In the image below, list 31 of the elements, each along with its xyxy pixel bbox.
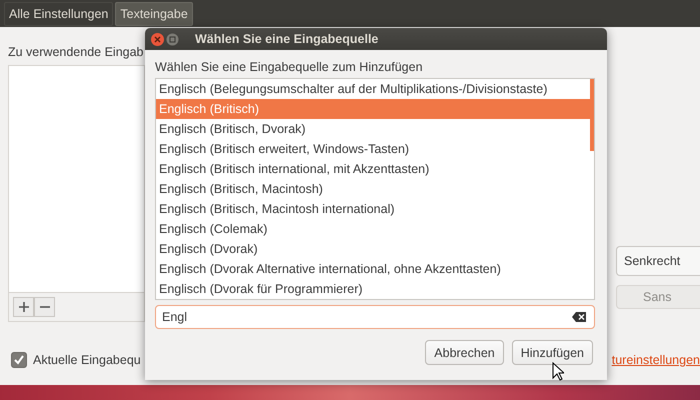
plus-icon <box>18 302 28 312</box>
dialog-button[interactable]: Hinzufügen <box>512 340 593 365</box>
breadcrumb-button[interactable]: Alle Einstellungen <box>4 2 114 26</box>
search-field[interactable]: Engl <box>155 305 595 329</box>
breadcrumb-button[interactable]: Texteingabe <box>115 2 193 26</box>
checkbox[interactable] <box>11 352 27 368</box>
dialog-button[interactable]: Abbrechen <box>425 340 504 365</box>
clear-icon[interactable] <box>572 312 586 322</box>
list-item[interactable]: Englisch (Britisch, Macintosh) <box>156 179 594 199</box>
list-item[interactable]: Englisch (Britisch, Macintosh international) <box>156 199 594 219</box>
list-item[interactable]: Englisch (Britisch erweitert, Windows-Tasten) <box>156 139 594 159</box>
add-button[interactable] <box>13 297 34 317</box>
close-icon[interactable] <box>151 32 164 46</box>
list-item[interactable]: Englisch (Colemak) <box>156 219 594 239</box>
pointer-icon <box>552 362 564 381</box>
settings-link[interactable]: tureinstellungen <box>612 353 700 367</box>
dialog-prompt: Wählen Sie eine Eingabequelle zum Hinzufügen <box>155 60 424 74</box>
maximize-icon[interactable] <box>166 32 179 46</box>
list-item[interactable]: Englisch (Belegungsumschalter auf der Multiplikations-/Divisionstaste) <box>156 79 594 99</box>
dialog-title: Wählen Sie eine Eingabequelle <box>195 32 378 46</box>
list-item[interactable]: Englisch (Dvorak) <box>156 239 594 259</box>
input-sources-label: Zu verwendende Eingab <box>8 45 145 59</box>
checkbox-label: Aktuelle Eingabequ <box>33 353 141 367</box>
list-item[interactable]: Englisch (Britisch international, mit Akzenttasten) <box>156 159 594 179</box>
scrollbar[interactable] <box>590 79 594 151</box>
list-item[interactable]: Englisch (Britisch, Dvorak) <box>156 119 594 139</box>
remove-button[interactable] <box>34 297 55 317</box>
list-item[interactable]: Englisch (Dvorak für Programmierer) <box>156 279 594 299</box>
orientation-dropdown[interactable]: Senkrecht <box>616 246 700 276</box>
list-item[interactable]: Englisch (Dvorak Alternative international, ohne Akzenttasten) <box>156 259 594 279</box>
input-sources-list[interactable] <box>8 65 145 293</box>
